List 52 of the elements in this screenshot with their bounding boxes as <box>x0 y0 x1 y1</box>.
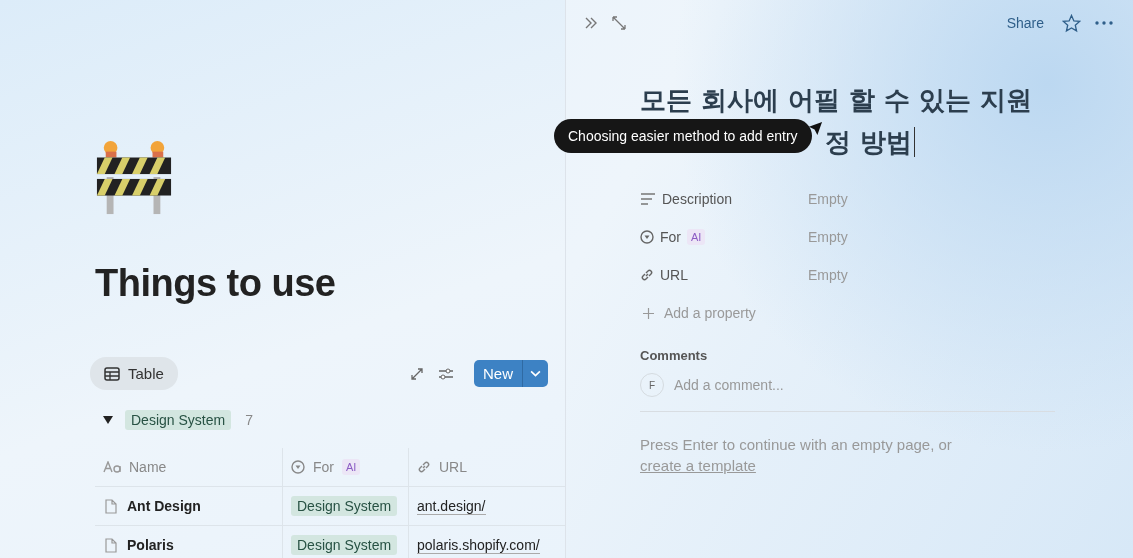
new-dropdown-button[interactable] <box>522 360 548 387</box>
chevron-down-icon <box>530 370 541 377</box>
comment-field[interactable]: Add a comment... <box>674 377 924 393</box>
more-icon[interactable] <box>1095 21 1113 25</box>
toggle-triangle-icon[interactable] <box>103 416 113 424</box>
property-label[interactable]: For <box>660 229 681 245</box>
row-name[interactable]: Polaris <box>127 537 174 553</box>
page-title: 정 방법 <box>825 126 913 159</box>
ai-badge: AI <box>687 229 706 245</box>
comments-heading: Comments <box>640 348 709 363</box>
group-count: 7 <box>245 412 253 428</box>
empty-page-hint: Press Enter to continue with an empty page, or <box>640 436 953 453</box>
barrier-icon <box>95 138 173 216</box>
column-header[interactable]: Name <box>95 448 282 486</box>
star-icon[interactable] <box>1062 13 1081 33</box>
text-type-icon <box>103 461 121 473</box>
url-link[interactable]: polaris.shopify.com/ <box>417 536 540 554</box>
url-link[interactable]: ant.design/ <box>417 497 486 515</box>
column-header[interactable]: URL <box>408 448 565 486</box>
column-label: For <box>313 459 334 475</box>
group-tag: Design System <box>125 410 232 430</box>
property-label[interactable]: URL <box>660 267 688 283</box>
row-name[interactable]: Ant Design <box>127 498 201 514</box>
share-button[interactable]: Share <box>1006 15 1044 31</box>
document-icon <box>105 498 117 514</box>
column-header[interactable]: For AI <box>282 448 408 486</box>
table-icon <box>104 366 120 381</box>
mouse-pointer-icon <box>808 121 823 136</box>
diagonal-arrows-icon[interactable] <box>612 16 626 30</box>
property-label[interactable]: Description <box>662 191 733 207</box>
tooltip: Choosing easier method to add entry <box>554 119 812 153</box>
tag: Design System <box>291 496 398 516</box>
link-icon <box>640 268 654 282</box>
lines-icon <box>640 193 656 205</box>
ai-badge: AI <box>342 459 361 475</box>
add-property-button[interactable]: Add a property <box>664 305 756 321</box>
page-title: Things to use <box>95 262 337 305</box>
double-chevron-icon[interactable] <box>584 17 598 29</box>
page-title: 모든 회사에 어필 할 수 있는 지원 <box>640 84 1034 117</box>
tag: Design System <box>291 535 398 555</box>
sliders-icon[interactable] <box>438 366 454 381</box>
document-icon <box>105 537 117 553</box>
expand-icon[interactable] <box>410 366 424 381</box>
link-icon <box>417 460 431 474</box>
column-label: URL <box>439 459 467 475</box>
new-button[interactable]: New <box>474 360 522 387</box>
dropdown-circle-icon <box>291 460 305 474</box>
column-label: Name <box>129 459 167 475</box>
dropdown-circle-icon <box>640 230 654 244</box>
plus-icon <box>643 307 654 319</box>
create-template-link[interactable]: create a template <box>640 457 756 474</box>
table-view-tab[interactable]: Table <box>90 357 178 390</box>
